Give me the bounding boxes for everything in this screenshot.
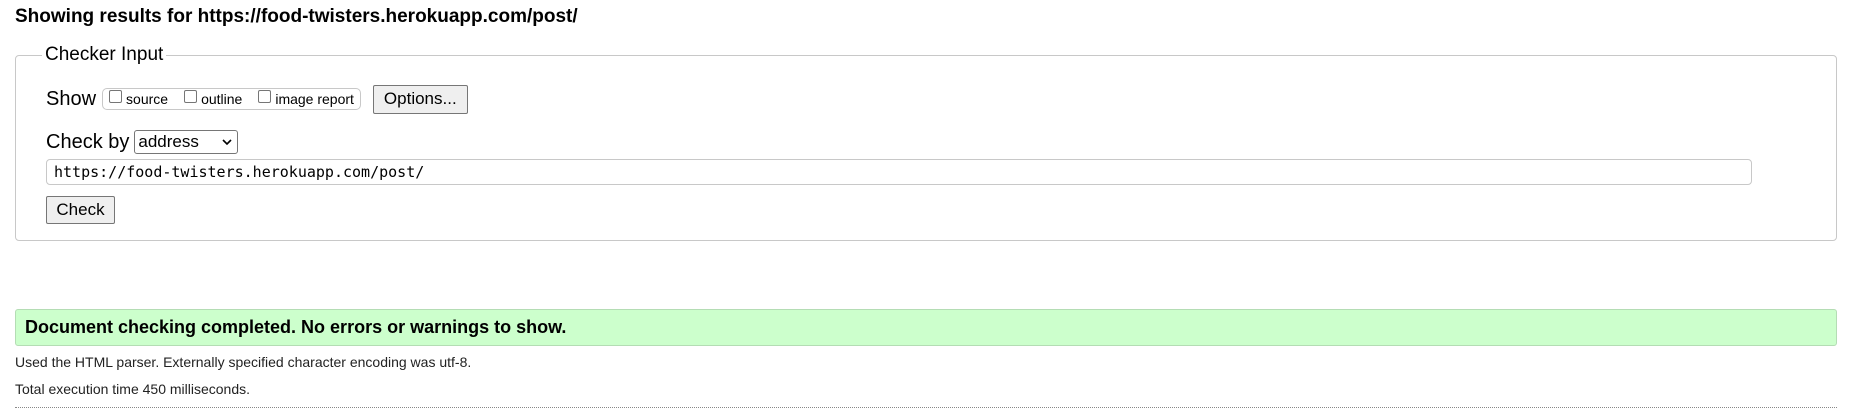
execution-time-info: Total execution time 450 milliseconds.: [15, 381, 251, 397]
show-options-group: source outline image report: [102, 88, 361, 110]
image-report-option-label: image report: [275, 91, 354, 107]
check-button[interactable]: Check: [46, 196, 115, 224]
success-message: Document checking completed. No errors o…: [15, 309, 1837, 346]
source-checkbox[interactable]: [109, 89, 123, 103]
outline-option-label: outline: [201, 91, 243, 107]
checker-input-fieldset: Checker Input Show source outline image …: [15, 44, 1837, 241]
results-heading: Showing results for https://food-twister…: [15, 6, 578, 27]
source-option-label: source: [126, 91, 169, 107]
check-by-row: Check by address: [46, 130, 239, 154]
validator-page: Showing results for https://food-twister…: [0, 0, 1876, 418]
show-options-row: Show source outline image report Options…: [46, 84, 468, 114]
url-input[interactable]: https://food-twisters.herokuapp.com/post…: [46, 159, 1752, 185]
check-by-label: Check by: [46, 130, 130, 153]
show-label: Show: [46, 87, 97, 110]
options-button[interactable]: Options...: [372, 84, 468, 114]
chevron-down-icon: [222, 139, 232, 146]
check-by-select[interactable]: address: [134, 130, 239, 154]
divider: [15, 407, 1837, 408]
image-report-option[interactable]: image report: [254, 89, 354, 107]
check-by-selected-value: address: [138, 132, 199, 151]
source-option[interactable]: source: [105, 89, 169, 107]
checker-input-legend: Checker Input: [42, 44, 167, 66]
image-report-checkbox[interactable]: [258, 89, 272, 103]
outline-checkbox[interactable]: [184, 89, 198, 103]
outline-option[interactable]: outline: [180, 89, 243, 107]
parser-info: Used the HTML parser. Externally specifi…: [15, 354, 472, 370]
